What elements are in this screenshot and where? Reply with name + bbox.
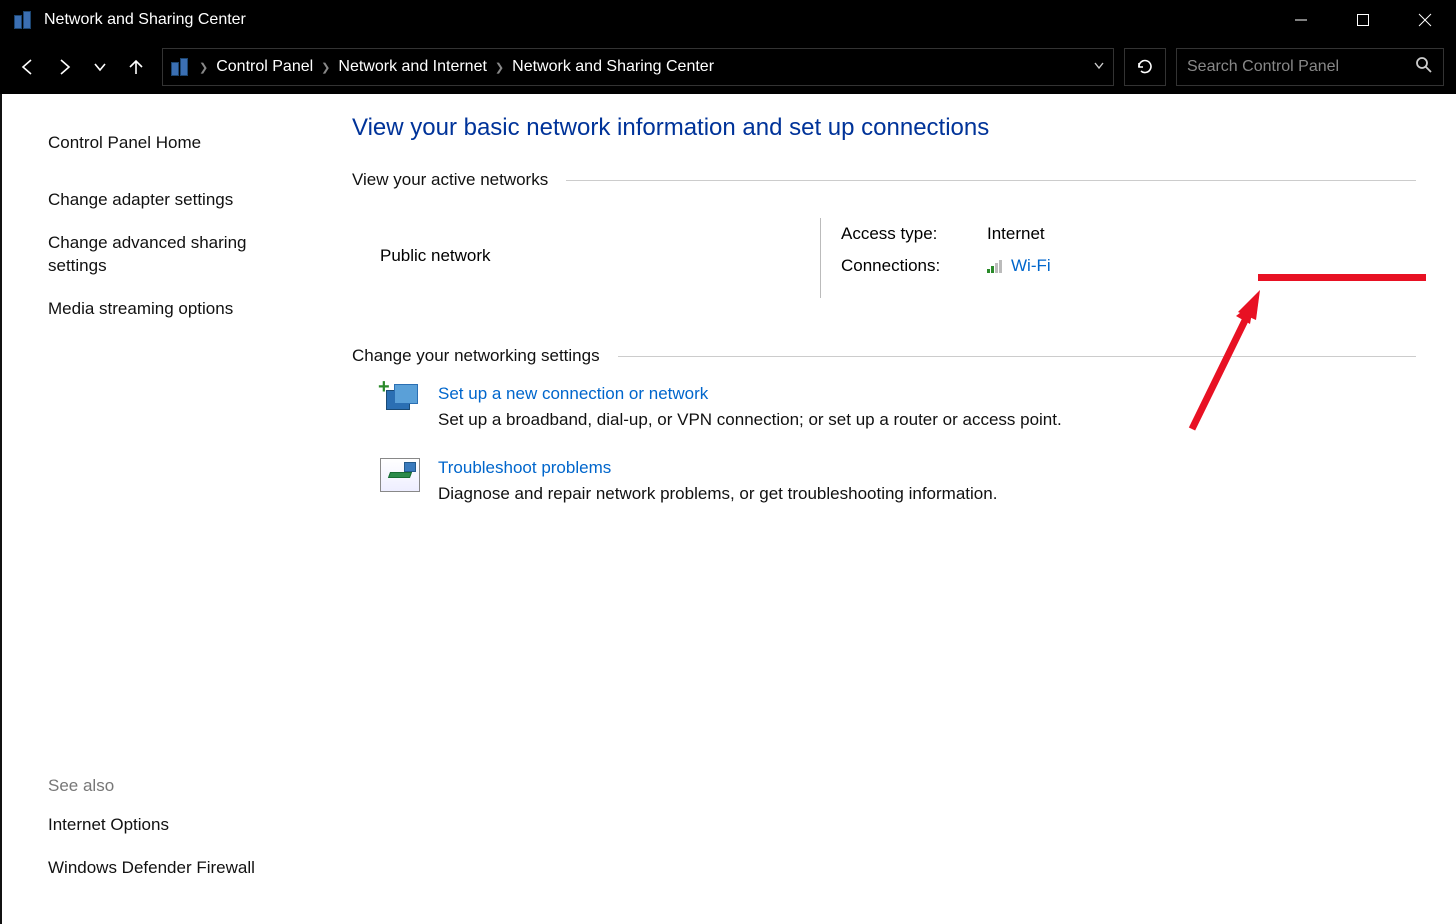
chevron-right-icon: ❯ bbox=[321, 61, 330, 74]
see-also-label: See also bbox=[48, 776, 276, 796]
windows-defender-firewall-link[interactable]: Windows Defender Firewall bbox=[48, 857, 276, 880]
annotation-underline bbox=[1258, 274, 1426, 281]
wifi-signal-icon bbox=[987, 259, 1005, 273]
section-label: Change your networking settings bbox=[352, 346, 600, 366]
breadcrumb-item[interactable]: Network and Sharing Center bbox=[512, 58, 714, 76]
maximize-icon bbox=[1356, 13, 1370, 27]
network-center-icon bbox=[14, 11, 34, 29]
search-input[interactable] bbox=[1187, 58, 1415, 76]
title-bar: Network and Sharing Center bbox=[0, 0, 1456, 40]
window-title: Network and Sharing Center bbox=[44, 11, 246, 29]
media-streaming-link[interactable]: Media streaming options bbox=[48, 298, 276, 321]
main-content: View your basic network information and … bbox=[312, 94, 1456, 924]
search-button[interactable] bbox=[1415, 56, 1433, 79]
setup-connection-icon: + bbox=[380, 384, 420, 418]
sidebar: Control Panel Home Change adapter settin… bbox=[2, 94, 312, 924]
chevron-right-icon: ❯ bbox=[495, 61, 504, 74]
chevron-right-icon: ❯ bbox=[199, 61, 208, 74]
control-panel-home-link[interactable]: Control Panel Home bbox=[48, 132, 276, 155]
chevron-down-icon bbox=[93, 60, 107, 74]
chevron-down-icon bbox=[1093, 60, 1105, 72]
close-icon bbox=[1418, 13, 1432, 27]
minimize-button[interactable] bbox=[1270, 0, 1332, 40]
navigation-bar: ❯ Control Panel ❯ Network and Internet ❯… bbox=[0, 40, 1456, 94]
active-networks-heading: View your active networks bbox=[352, 170, 1416, 190]
forward-button[interactable] bbox=[48, 51, 80, 83]
refresh-icon bbox=[1136, 58, 1154, 76]
change-settings-heading: Change your networking settings bbox=[352, 346, 1416, 366]
back-button[interactable] bbox=[12, 51, 44, 83]
access-type-label: Access type: bbox=[841, 224, 987, 244]
change-adapter-settings-link[interactable]: Change adapter settings bbox=[48, 189, 276, 212]
divider bbox=[618, 356, 1416, 357]
breadcrumb-item[interactable]: Control Panel bbox=[216, 58, 313, 76]
window-controls bbox=[1270, 0, 1456, 40]
setup-connection-desc: Set up a broadband, dial-up, or VPN conn… bbox=[438, 410, 1062, 430]
vertical-divider bbox=[820, 218, 821, 298]
troubleshoot-desc: Diagnose and repair network problems, or… bbox=[438, 484, 997, 504]
address-bar[interactable]: ❯ Control Panel ❯ Network and Internet ❯… bbox=[162, 48, 1114, 86]
network-name: Public network bbox=[380, 218, 820, 298]
up-button[interactable] bbox=[120, 51, 152, 83]
breadcrumb-item[interactable]: Network and Internet bbox=[338, 58, 487, 76]
close-button[interactable] bbox=[1394, 0, 1456, 40]
network-center-icon bbox=[171, 58, 191, 76]
troubleshoot-icon bbox=[380, 458, 420, 492]
connections-label: Connections: bbox=[841, 256, 987, 276]
up-arrow-icon bbox=[126, 57, 146, 77]
search-box[interactable] bbox=[1176, 48, 1444, 86]
address-dropdown[interactable] bbox=[1093, 60, 1105, 75]
section-label: View your active networks bbox=[352, 170, 548, 190]
wifi-connection-link[interactable]: Wi-Fi bbox=[1011, 256, 1051, 276]
forward-arrow-icon bbox=[54, 57, 74, 77]
access-type-value: Internet bbox=[987, 224, 1045, 244]
internet-options-link[interactable]: Internet Options bbox=[48, 814, 276, 837]
back-arrow-icon bbox=[18, 57, 38, 77]
page-title: View your basic network information and … bbox=[352, 114, 1416, 142]
change-advanced-sharing-link[interactable]: Change advanced sharing settings bbox=[48, 232, 276, 278]
refresh-button[interactable] bbox=[1124, 48, 1166, 86]
recent-locations-button[interactable] bbox=[84, 51, 116, 83]
minimize-icon bbox=[1294, 13, 1308, 27]
setup-connection-link[interactable]: Set up a new connection or network bbox=[438, 384, 1062, 404]
maximize-button[interactable] bbox=[1332, 0, 1394, 40]
divider bbox=[566, 180, 1416, 181]
troubleshoot-link[interactable]: Troubleshoot problems bbox=[438, 458, 997, 478]
search-icon bbox=[1415, 56, 1433, 74]
